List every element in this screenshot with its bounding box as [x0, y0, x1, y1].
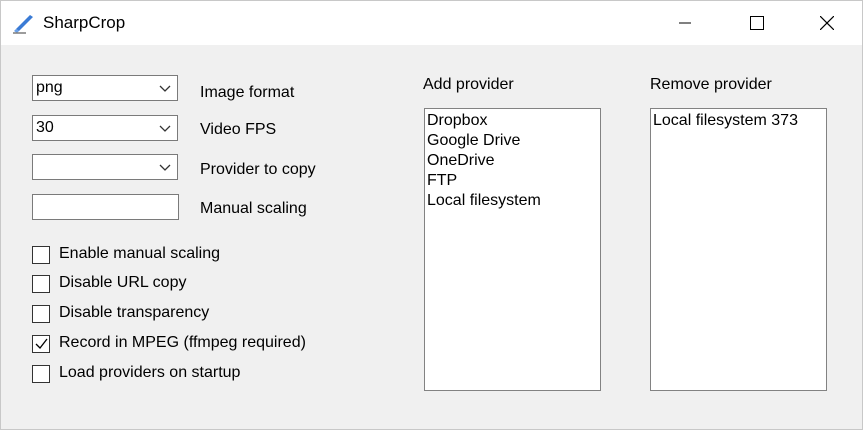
- window-title: SharpCrop: [43, 13, 126, 32]
- record-in-mpeg-checkbox[interactable]: [32, 335, 50, 353]
- close-icon: [820, 16, 834, 30]
- chevron-down-icon: [159, 125, 171, 132]
- maximize-button[interactable]: [734, 1, 780, 45]
- disable-url-copy-checkbox[interactable]: [32, 275, 50, 293]
- checkbox-label: Disable URL copy: [59, 274, 187, 291]
- maximize-icon: [750, 16, 764, 30]
- remove-provider-list[interactable]: Local filesystem 373: [650, 108, 827, 391]
- video-fps-label: Video FPS: [200, 121, 277, 138]
- checkbox-label: Enable manual scaling: [59, 245, 220, 262]
- add-provider-list[interactable]: Dropbox Google Drive OneDrive FTP Local …: [424, 108, 601, 391]
- provider-to-copy-select[interactable]: [32, 154, 178, 180]
- list-item[interactable]: Dropbox: [427, 111, 600, 131]
- video-fps-select[interactable]: 30: [32, 115, 178, 141]
- list-item[interactable]: Local filesystem: [427, 191, 600, 211]
- remove-provider-label: Remove provider: [650, 76, 772, 93]
- video-fps-value: 30: [36, 119, 54, 136]
- image-format-select[interactable]: png: [32, 75, 178, 101]
- app-logo-icon: [13, 15, 33, 34]
- manual-scaling-label: Manual scaling: [200, 200, 307, 217]
- image-format-value: png: [36, 79, 63, 96]
- chevron-down-icon: [159, 164, 171, 171]
- manual-scaling-input[interactable]: [32, 194, 179, 220]
- list-item[interactable]: Google Drive: [427, 131, 600, 151]
- checkbox-label: Disable transparency: [59, 304, 210, 321]
- close-button[interactable]: [804, 1, 850, 45]
- disable-transparency-checkbox[interactable]: [32, 305, 50, 323]
- title-bar[interactable]: SharpCrop: [1, 1, 862, 45]
- checkbox-label: Load providers on startup: [59, 364, 241, 381]
- enable-manual-scaling-checkbox[interactable]: [32, 246, 50, 264]
- image-format-label: Image format: [200, 84, 295, 101]
- minimize-icon: [679, 22, 691, 24]
- add-provider-label: Add provider: [423, 76, 514, 93]
- checkbox-label: Record in MPEG (ffmpeg required): [59, 334, 306, 351]
- provider-to-copy-label: Provider to copy: [200, 161, 316, 178]
- checkmark-icon: [35, 338, 48, 349]
- load-providers-on-startup-checkbox[interactable]: [32, 365, 50, 383]
- settings-window: SharpCrop png Image format 30 Video FPS …: [0, 0, 863, 430]
- list-item[interactable]: Local filesystem 373: [653, 111, 826, 131]
- list-item[interactable]: FTP: [427, 171, 600, 191]
- chevron-down-icon: [159, 85, 171, 92]
- minimize-button[interactable]: [662, 1, 708, 45]
- list-item[interactable]: OneDrive: [427, 151, 600, 171]
